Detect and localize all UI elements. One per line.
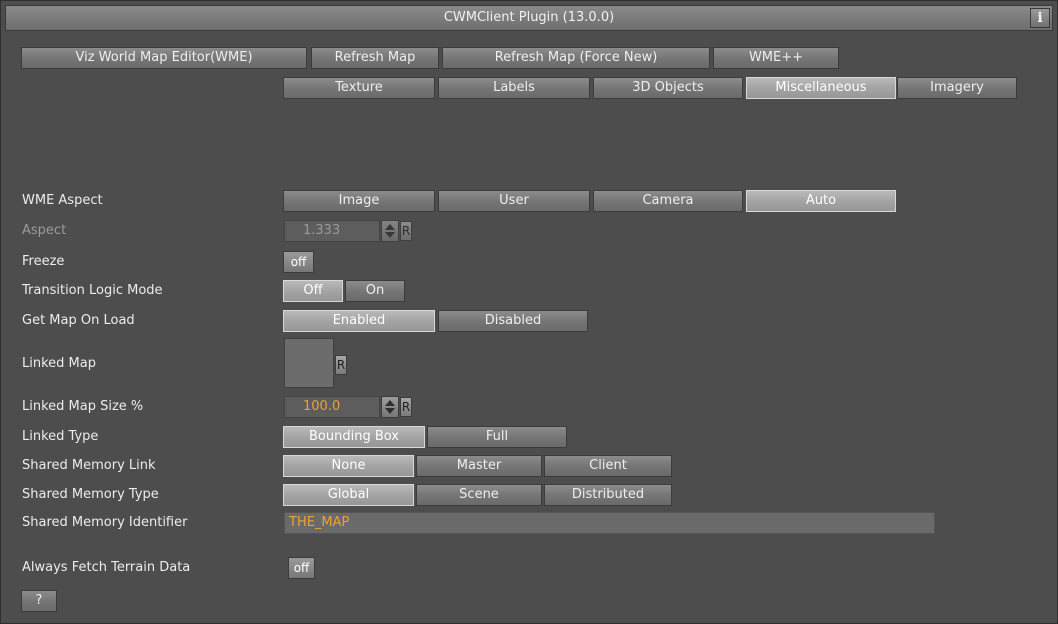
aspect-reset-button[interactable]: R: [400, 221, 412, 241]
window-title: CWMClient Plugin (13.0.0): [443, 10, 615, 25]
shm-link-client-button[interactable]: Client: [544, 455, 672, 477]
arrow-down-icon: [385, 408, 395, 414]
shared-memory-identifier-input[interactable]: THE_MAP: [284, 512, 935, 534]
shared-memory-type-label: Shared Memory Type: [22, 487, 159, 502]
get-map-enabled-button[interactable]: Enabled: [283, 310, 435, 332]
always-fetch-terrain-label: Always Fetch Terrain Data: [22, 560, 191, 575]
tab-texture[interactable]: Texture: [283, 77, 435, 99]
always-fetch-terrain-toggle[interactable]: off: [288, 557, 315, 579]
refresh-map-button[interactable]: Refresh Map: [311, 47, 439, 69]
linked-map-size-reset-button[interactable]: R: [400, 397, 412, 417]
linked-type-bounding-box-button[interactable]: Bounding Box: [283, 426, 425, 448]
refresh-map-force-button[interactable]: Refresh Map (Force New): [442, 47, 710, 69]
title-bar: CWMClient Plugin (13.0.0) i: [5, 5, 1053, 31]
plugin-panel: CWMClient Plugin (13.0.0) i Viz World Ma…: [0, 0, 1058, 624]
tab-miscellaneous[interactable]: Miscellaneous: [746, 77, 896, 99]
shared-memory-link-label: Shared Memory Link: [22, 458, 156, 473]
linked-type-label: Linked Type: [22, 429, 99, 444]
linked-map-size-input[interactable]: 100.0: [284, 396, 380, 418]
transition-off-button[interactable]: Off: [283, 280, 343, 302]
aspect-option-camera[interactable]: Camera: [593, 190, 743, 212]
transition-on-button[interactable]: On: [345, 280, 405, 302]
linked-map-label: Linked Map: [22, 356, 96, 371]
info-icon[interactable]: i: [1030, 8, 1050, 28]
linked-map-reset-button[interactable]: R: [335, 355, 347, 375]
freeze-toggle[interactable]: off: [283, 251, 314, 273]
arrow-up-icon: [385, 224, 395, 230]
wme-aspect-label: WME Aspect: [22, 193, 103, 208]
arrow-up-icon: [385, 400, 395, 406]
aspect-input[interactable]: 1.333: [284, 220, 380, 242]
aspect-option-auto[interactable]: Auto: [746, 190, 896, 212]
linked-map-size-label: Linked Map Size %: [22, 399, 144, 414]
tab-3d-objects[interactable]: 3D Objects: [593, 77, 743, 99]
wme-plus-button[interactable]: WME++: [713, 47, 839, 69]
shm-link-master-button[interactable]: Master: [416, 455, 542, 477]
linked-map-drop-zone[interactable]: [284, 338, 334, 388]
aspect-spinner[interactable]: [381, 220, 399, 242]
shm-type-global-button[interactable]: Global: [283, 484, 414, 506]
shm-link-none-button[interactable]: None: [283, 455, 414, 477]
get-map-on-load-label: Get Map On Load: [22, 313, 135, 328]
tab-labels[interactable]: Labels: [438, 77, 590, 99]
aspect-option-image[interactable]: Image: [283, 190, 435, 212]
aspect-label: Aspect: [22, 223, 67, 238]
linked-type-full-button[interactable]: Full: [427, 426, 567, 448]
transition-logic-label: Transition Logic Mode: [22, 283, 163, 298]
get-map-disabled-button[interactable]: Disabled: [438, 310, 588, 332]
shm-type-distributed-button[interactable]: Distributed: [544, 484, 672, 506]
tab-imagery[interactable]: Imagery: [897, 77, 1017, 99]
arrow-down-icon: [385, 232, 395, 238]
shm-type-scene-button[interactable]: Scene: [416, 484, 542, 506]
help-button[interactable]: ?: [21, 590, 57, 612]
wme-editor-button[interactable]: Viz World Map Editor(WME): [21, 47, 307, 69]
aspect-option-user[interactable]: User: [438, 190, 590, 212]
shared-memory-identifier-label: Shared Memory Identifier: [22, 515, 188, 530]
freeze-label: Freeze: [22, 254, 65, 269]
linked-map-size-spinner[interactable]: [381, 396, 399, 418]
